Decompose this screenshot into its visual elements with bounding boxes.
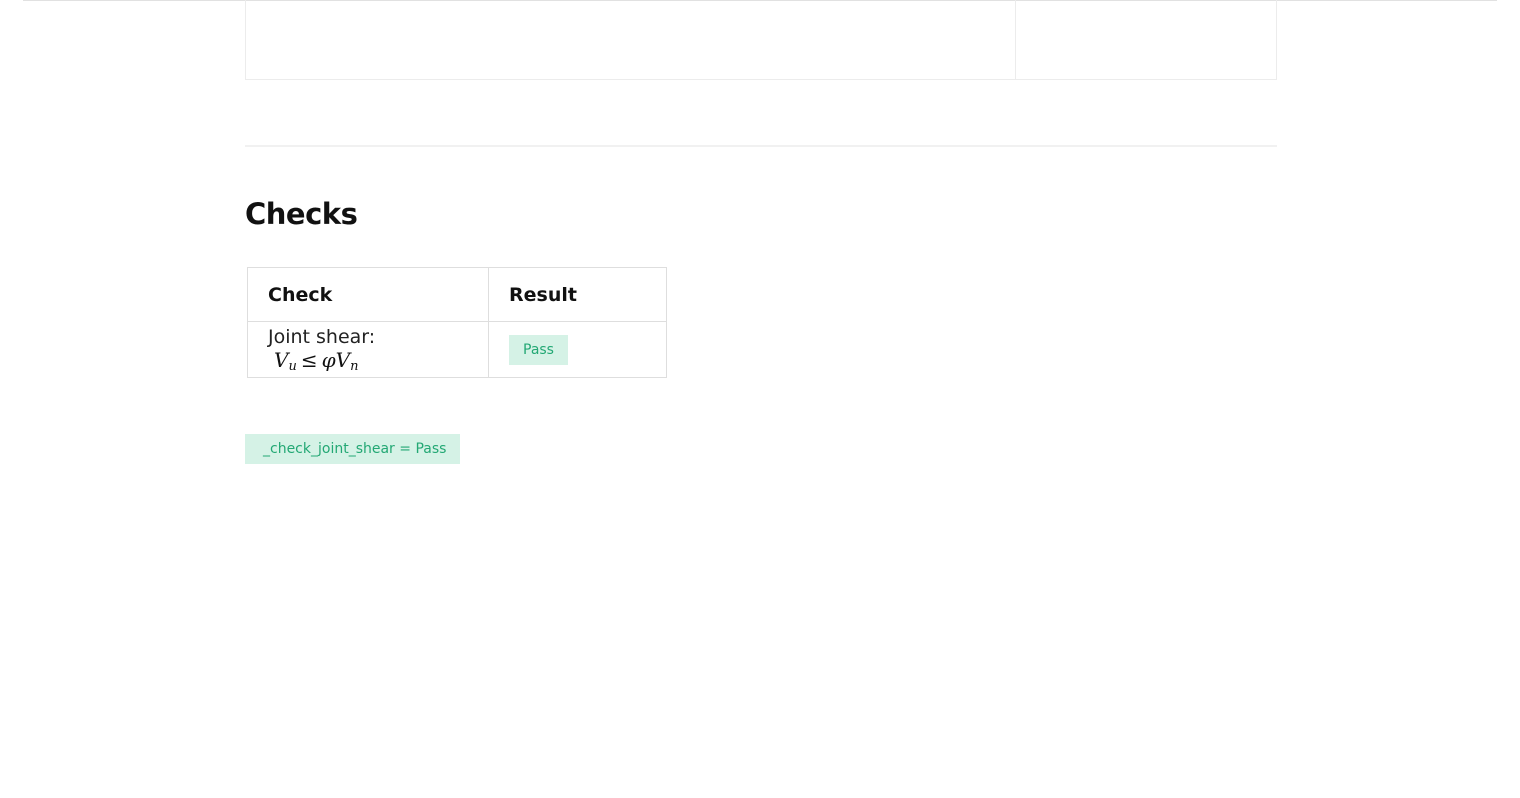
check-label: Joint shear: <box>268 325 376 348</box>
table-row: Joint shear: Vu ≤ φVn Pass <box>247 321 667 378</box>
previous-table-bottom <box>245 0 1277 80</box>
previous-table-cell <box>1016 0 1276 79</box>
formula-rhs-subscript: n <box>350 358 359 374</box>
formula-rhs-symbol: V <box>335 347 351 372</box>
formula-operator: ≤ <box>300 347 318 372</box>
check-cell: Joint shear: Vu ≤ φVn <box>247 321 489 378</box>
formula-lhs-subscript: u <box>288 358 297 374</box>
check-output-badge: _check_joint_shear = Pass <box>245 434 461 464</box>
section-title: Checks <box>245 197 358 231</box>
section-divider <box>245 145 1277 147</box>
result-cell: Pass <box>488 321 667 378</box>
table-header-row: Check Result <box>247 267 667 322</box>
formula-lhs-symbol: V <box>274 347 289 372</box>
status-badge: Pass <box>509 334 568 365</box>
previous-table-cell <box>246 0 1016 79</box>
checks-table: Check Result Joint shear: Vu ≤ φVn Pass <box>247 267 667 378</box>
column-header-result: Result <box>488 267 667 322</box>
check-formula: Vu ≤ φVn <box>274 347 359 374</box>
formula-phi: φ <box>321 347 336 372</box>
column-header-check: Check <box>247 267 489 322</box>
